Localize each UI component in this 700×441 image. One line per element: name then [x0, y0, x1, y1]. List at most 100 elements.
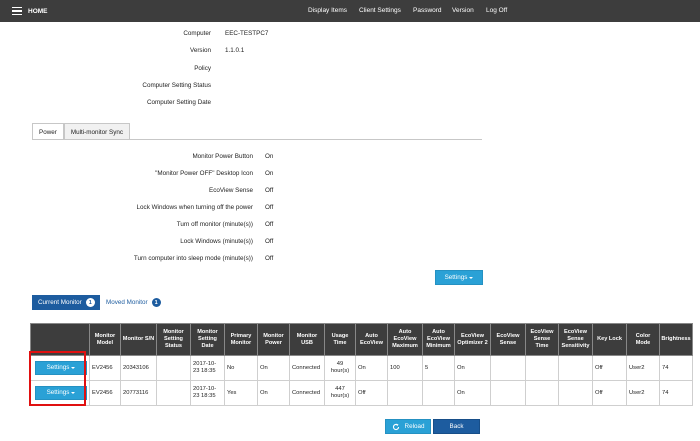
setting-row: Lock Windows (minute(s)) Off: [0, 238, 700, 250]
moved-monitor-count-badge: 1: [151, 298, 161, 307]
table-cell: User2: [626, 355, 660, 381]
column-header: Brightness: [659, 323, 693, 356]
table-cell: Connected: [289, 355, 325, 381]
column-header: Primary Monitor: [224, 323, 258, 356]
table-cell: On: [355, 355, 388, 381]
column-header: Auto EcoView Maximum: [387, 323, 423, 356]
setting-row: EcoView Sense Off: [0, 187, 700, 199]
settings-button-label: Settings: [444, 274, 468, 281]
setting-label: Monitor Power Button: [192, 153, 253, 160]
table-cell: Off: [355, 380, 388, 406]
back-button[interactable]: Back: [433, 419, 480, 434]
setting-label: Turn computer into sleep mode (minute(s)…: [133, 255, 253, 262]
home-label: HOME: [28, 7, 48, 15]
column-header: Color Mode: [626, 323, 660, 356]
tab-moved-monitor[interactable]: Moved Monitor 1: [106, 295, 161, 310]
top-bar: HOME Display Items Client Settings Passw…: [0, 0, 700, 22]
table-cell: [558, 355, 593, 381]
info-label: Computer Setting Date: [146, 99, 211, 106]
table-cell: 2017-10-23 18:35: [190, 380, 225, 406]
column-header: EcoView Sense Time: [525, 323, 559, 356]
table-cell: Yes: [224, 380, 258, 406]
table-cell: Off: [592, 380, 627, 406]
column-header: Monitor USB: [289, 323, 325, 356]
info-row-computer: Computer EEC-TESTPC7: [0, 30, 700, 42]
setting-row: Turn off monitor (minute(s)) Off: [0, 221, 700, 233]
setting-row: Turn computer into sleep mode (minute(s)…: [0, 255, 700, 267]
settings-button-label: Settings: [46, 389, 70, 397]
table-cell: Connected: [289, 380, 325, 406]
info-row-version: Version 1.1.0.1: [0, 47, 700, 59]
table-cell: 20773116: [120, 380, 157, 406]
back-label: Back: [449, 423, 464, 430]
column-header: Monitor Setting Date: [190, 323, 225, 356]
caret-down-icon: [71, 367, 76, 369]
nav-client-settings[interactable]: Client Settings: [359, 7, 401, 14]
table-cell: 49 hour(s): [324, 355, 356, 381]
reload-label: Reload: [404, 423, 425, 430]
reload-button[interactable]: Reload: [385, 419, 431, 434]
setting-row: Lock Windows when turning off the power …: [0, 204, 700, 216]
column-header: Monitor Setting Status: [156, 323, 191, 356]
setting-value: Off: [265, 221, 274, 228]
row-settings-button[interactable]: Settings: [35, 361, 87, 375]
power-settings-button[interactable]: Settings: [435, 270, 483, 285]
moved-monitor-label: Moved Monitor: [106, 299, 148, 306]
column-header: Auto EcoView Minimum: [422, 323, 455, 356]
table-cell: [387, 380, 423, 406]
current-monitor-count-badge: 1: [85, 298, 95, 307]
nav-password[interactable]: Password: [413, 7, 442, 14]
info-label: Computer: [183, 30, 211, 37]
table-cell: On: [257, 355, 290, 381]
table-header-row: Monitor Model Monitor S/N Monitor Settin…: [30, 323, 693, 356]
table-cell: 74: [659, 355, 693, 381]
setting-label: Lock Windows (minute(s)): [180, 238, 253, 245]
info-label: Policy: [194, 65, 211, 72]
table-cell: User2: [626, 380, 660, 406]
info-label: Computer Setting Status: [142, 82, 211, 89]
info-row-setting-date: Computer Setting Date: [0, 99, 700, 111]
table-cell: No: [224, 355, 258, 381]
table-cell: [156, 380, 191, 406]
setting-row: Monitor Power Button On: [0, 153, 700, 165]
table-cell: Off: [592, 355, 627, 381]
nav-version[interactable]: Version: [452, 7, 474, 14]
table-cell: 5: [422, 355, 455, 381]
table-cell: 100: [387, 355, 423, 381]
tab-power[interactable]: Power: [32, 123, 64, 140]
setting-value: Off: [265, 255, 274, 262]
column-header: Auto EcoView: [355, 323, 388, 356]
column-header: Monitor S/N: [120, 323, 157, 356]
table-cell: 20343106: [120, 355, 157, 381]
table-cell: [525, 355, 559, 381]
table-cell: [422, 380, 455, 406]
current-monitor-label: Current Monitor: [38, 299, 82, 306]
column-header: Monitor Power: [257, 323, 290, 356]
settings-tabs: Power Multi-monitor Sync: [32, 123, 130, 140]
setting-value: Off: [265, 204, 274, 211]
table-cell: On: [454, 380, 491, 406]
settings-button-label: Settings: [46, 364, 70, 372]
info-value: 1.1.0.1: [225, 47, 245, 54]
home-button[interactable]: HOME: [12, 0, 48, 22]
table-cell: [490, 380, 526, 406]
tab-current-monitor[interactable]: Current Monitor 1: [32, 295, 100, 310]
setting-value: On: [265, 170, 274, 177]
table-row: Settings EV2456 20343106 2017-10-23 18:3…: [30, 355, 693, 381]
monitor-table: Monitor Model Monitor S/N Monitor Settin…: [30, 323, 693, 406]
setting-value: Off: [265, 238, 274, 245]
table-cell: 447 hour(s): [324, 380, 356, 406]
row-settings-button[interactable]: Settings: [35, 386, 87, 400]
table-cell: On: [257, 380, 290, 406]
tab-multi-monitor-sync[interactable]: Multi-monitor Sync: [63, 123, 130, 140]
column-header: EcoView Sense: [490, 323, 526, 356]
column-header: EcoView Optimizer 2: [454, 323, 491, 356]
setting-row: "Monitor Power OFF" Desktop Icon On: [0, 170, 700, 182]
nav-display-items[interactable]: Display Items: [308, 7, 347, 14]
nav-log-off[interactable]: Log Off: [486, 7, 507, 14]
info-value: EEC-TESTPC7: [225, 30, 269, 37]
table-cell: [490, 355, 526, 381]
info-row-policy: Policy: [0, 65, 700, 77]
setting-label: Lock Windows when turning off the power: [136, 204, 253, 211]
tab-divider: [32, 139, 482, 140]
